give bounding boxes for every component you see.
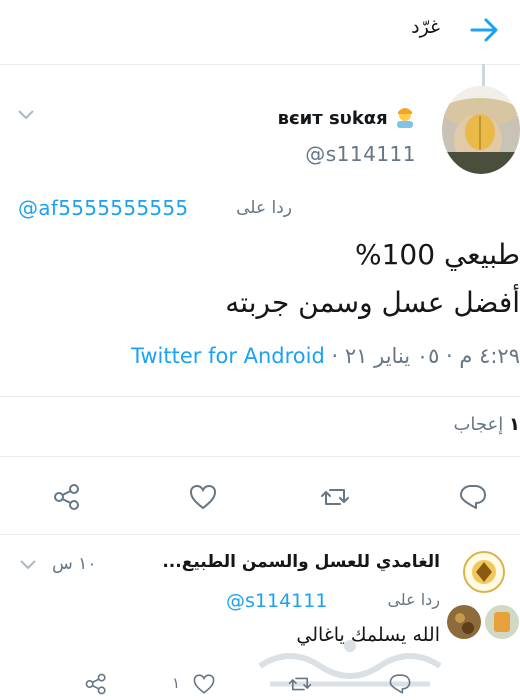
likes-count: ١ xyxy=(509,414,520,435)
reply-to-label: ردا على xyxy=(387,590,440,609)
tweet-time: ٤:٢٩ م · ٠٥ يناير ٢١ · xyxy=(331,344,520,368)
tweet-text-line: أفضل عسل وسمن جربته xyxy=(225,286,520,319)
likes-label: إعجاب xyxy=(453,414,504,435)
tweet-meta: ٤:٢٩ م · ٠٥ يناير ٢١ · Twitter for Andro… xyxy=(131,344,520,368)
share-icon[interactable] xyxy=(52,482,82,512)
reply-to-handle[interactable]: @s114111 xyxy=(226,590,327,612)
reply-to-handle[interactable]: @af5555555555 xyxy=(18,196,188,220)
reply-icon[interactable] xyxy=(388,672,412,696)
retweet-icon[interactable] xyxy=(320,482,350,512)
share-icon[interactable] xyxy=(84,672,108,696)
watermark-logo xyxy=(258,640,442,687)
person-emoji-icon xyxy=(397,108,413,128)
avatar[interactable] xyxy=(442,86,520,174)
chevron-down-icon[interactable] xyxy=(16,108,36,122)
likes-stat[interactable]: ١ إعجاب xyxy=(453,414,520,435)
reply-time: ١٠ س xyxy=(52,554,97,574)
reply-to-label: ردا على xyxy=(236,198,292,218)
display-name[interactable]: вєит sυkαя xyxy=(278,106,416,129)
retweet-icon[interactable] xyxy=(288,672,312,696)
divider xyxy=(0,534,520,535)
tweet-source[interactable]: Twitter for Android xyxy=(131,344,325,368)
tweet-text-line: طبيعي 100% xyxy=(355,238,520,271)
heart-icon[interactable] xyxy=(188,482,218,512)
thread-line xyxy=(482,64,485,86)
chevron-down-icon[interactable] xyxy=(18,558,38,572)
reply-like-count: ١ xyxy=(172,674,181,692)
handle: @s114111 xyxy=(305,142,416,166)
page-title: غرّد xyxy=(411,16,440,38)
reply-avatars[interactable] xyxy=(446,550,520,642)
divider xyxy=(0,456,520,457)
reply-display-name[interactable]: الغامدي للعسل والسمن الطبيع... xyxy=(162,552,440,572)
heart-icon[interactable] xyxy=(192,672,216,696)
divider xyxy=(0,396,520,397)
back-arrow-icon[interactable] xyxy=(468,14,500,46)
reply-icon[interactable] xyxy=(458,482,488,512)
top-bar xyxy=(0,0,520,65)
